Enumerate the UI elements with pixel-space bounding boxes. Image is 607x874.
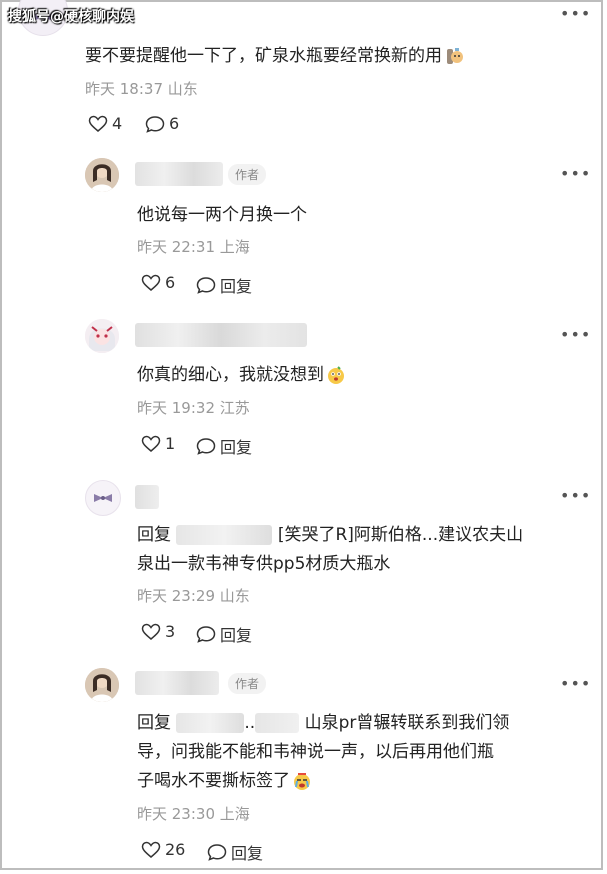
portrait-avatar-icon <box>85 158 119 192</box>
reply-button[interactable]: 回复 <box>196 273 252 297</box>
heart-icon <box>88 115 108 132</box>
like-count: 6 <box>165 273 176 292</box>
comment-text-line: 泉出一款韦神专供pp5材质大瓶水 <box>137 554 391 574</box>
comment-bubble-icon <box>196 277 216 294</box>
mention-blurred[interactable] <box>176 525 273 545</box>
reply-button[interactable]: 回复 <box>196 622 252 646</box>
mention-blurred[interactable] <box>176 713 245 733</box>
like-count: 26 <box>165 840 186 859</box>
reply-button[interactable]: 回复 <box>207 840 263 864</box>
location: 上海 <box>219 805 250 823</box>
reply-text: 子喝水不要撕标签了 <box>137 771 290 791</box>
comment-text: 他说每一两个月换一个 <box>137 205 307 225</box>
comment-bubble-icon <box>145 115 165 133</box>
comment-bubble-icon <box>196 438 216 455</box>
location: 江苏 <box>219 399 250 417</box>
reply-label: 回复 <box>220 438 253 457</box>
location: 上海 <box>219 238 250 256</box>
crying-face-emoji-icon <box>292 771 312 791</box>
reply-button[interactable]: 回复 <box>196 434 252 458</box>
like-count: 4 <box>112 114 123 133</box>
author-badge: 作者 <box>228 673 267 694</box>
comment-text: 要不要提醒他一下了，矿泉水瓶要经常换新的用 <box>85 41 464 66</box>
avatar[interactable] <box>85 319 119 353</box>
reply-prefix: 回复 <box>137 713 171 733</box>
comment-meta: 昨天 22:31 上海 <box>137 236 250 257</box>
more-dots-icon[interactable]: ••• <box>560 674 591 693</box>
username-blurred[interactable] <box>135 162 223 186</box>
reply-text: [笑哭了R]阿斯伯格...建议农夫山 <box>277 525 524 545</box>
like-count: 3 <box>165 622 176 641</box>
like-button[interactable]: 6 <box>141 273 175 292</box>
reply-label: 回复 <box>231 844 264 863</box>
watermark: 搜狐号@硬核聊内娱 <box>8 9 134 25</box>
reply-label: 回复 <box>220 277 253 296</box>
comment-button[interactable]: 6 <box>145 114 179 133</box>
comment-meta: 昨天 23:30 上海 <box>137 803 250 824</box>
comment-meta: 昨天 23:29 山东 <box>137 585 250 606</box>
username-blurred[interactable] <box>135 485 159 509</box>
heart-icon <box>141 435 161 452</box>
comment-meta: 昨天 18:37 山东 <box>85 78 198 99</box>
surprised-face-emoji-icon <box>326 365 346 385</box>
more-dots-icon[interactable]: ••• <box>560 4 591 23</box>
comment-text-line: 导，问我能不能和韦神说一声，以后再用他们瓶 <box>137 742 494 762</box>
timestamp: 昨天 18:37 <box>85 80 163 98</box>
username-blurred[interactable] <box>135 323 307 347</box>
more-dots-icon[interactable]: ••• <box>560 325 591 344</box>
comment-bubble-icon <box>196 626 216 643</box>
comment-meta: 昨天 19:32 江苏 <box>137 397 250 418</box>
like-button[interactable]: 3 <box>141 622 175 641</box>
like-count: 1 <box>165 434 176 453</box>
comment-text-content: 你真的细心，我就没想到 <box>137 365 324 385</box>
reply-count: 6 <box>169 114 180 133</box>
more-dots-icon[interactable]: ••• <box>560 486 591 505</box>
reply-prefix: 回复 <box>137 525 171 545</box>
anime-avatar-icon <box>85 319 119 353</box>
timestamp: 昨天 19:32 <box>137 399 215 417</box>
heart-icon <box>141 841 161 858</box>
avatar[interactable] <box>85 158 119 192</box>
heart-icon <box>141 623 161 640</box>
bottle-emoji-icon <box>444 46 464 66</box>
comment-bubble-icon <box>207 844 227 861</box>
like-button[interactable]: 1 <box>141 434 175 453</box>
portrait-avatar-icon <box>85 668 119 702</box>
location: 山东 <box>219 587 250 605</box>
comment-text-line: 回复 [笑哭了R]阿斯伯格...建议农夫山 <box>137 520 523 545</box>
location: 山东 <box>167 80 198 98</box>
like-button[interactable]: 4 <box>88 114 122 133</box>
reply-label: 回复 <box>220 626 253 645</box>
bow-icon <box>94 494 112 502</box>
mention-blurred[interactable] <box>255 713 300 733</box>
comment-text-content: 要不要提醒他一下了，矿泉水瓶要经常换新的用 <box>85 46 442 66</box>
avatar[interactable] <box>85 480 121 516</box>
comment-text-line: 子喝水不要撕标签了 <box>137 766 312 791</box>
heart-icon <box>141 274 161 291</box>
timestamp: 昨天 23:30 <box>137 805 215 823</box>
timestamp: 昨天 22:31 <box>137 238 215 256</box>
reply-text: .. <box>244 713 256 733</box>
more-dots-icon[interactable]: ••• <box>560 164 591 183</box>
username-blurred[interactable] <box>135 671 219 695</box>
author-badge: 作者 <box>228 164 267 185</box>
comment-text: 你真的细心，我就没想到 <box>137 360 346 385</box>
avatar[interactable] <box>85 668 119 702</box>
like-button[interactable]: 26 <box>141 840 185 859</box>
timestamp: 昨天 23:29 <box>137 587 215 605</box>
reply-text: 山泉pr曾辗转联系到我们领 <box>304 713 510 733</box>
comment-text-line: 回复 .. 山泉pr曾辗转联系到我们领 <box>137 708 509 733</box>
